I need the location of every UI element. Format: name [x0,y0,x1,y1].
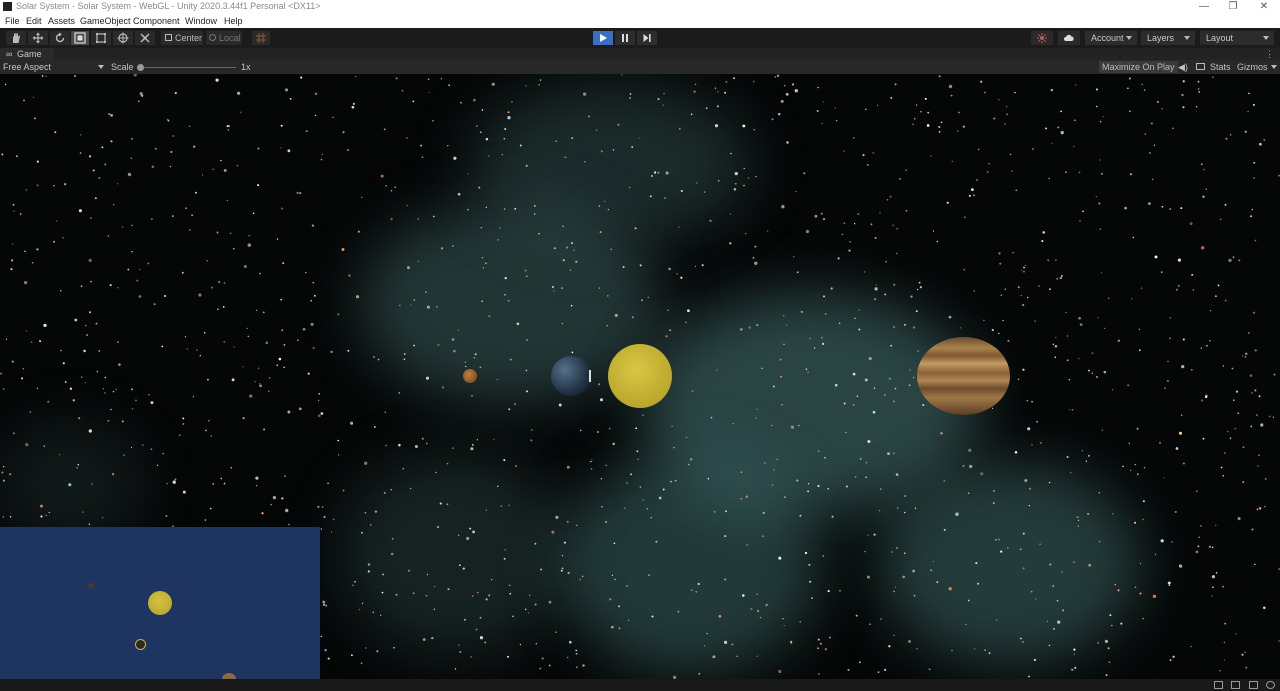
layers-label: Layers [1147,33,1175,43]
scale-value: 1x [241,62,251,72]
minimap-planet [88,583,94,588]
menu-help[interactable]: Help [224,16,243,26]
layout-dropdown[interactable]: Layout [1200,31,1274,45]
game-view[interactable] [0,74,1280,679]
cloud-icon[interactable] [1058,31,1080,45]
mute-audio-icon[interactable]: ◀) [1178,62,1188,73]
earth-orbit-marker [589,370,591,382]
restore-button[interactable]: ❐ [1221,0,1245,14]
debug-icon[interactable] [1231,681,1240,689]
unity-logo-icon [3,2,12,11]
aspect-dropdown[interactable]: Free Aspect [3,62,51,72]
chevron-down-icon [1126,36,1132,40]
minimap [0,527,320,679]
tab-game-label: Game [17,49,42,59]
chevron-down-icon [1263,36,1269,40]
menu-gameobject[interactable]: GameObject [80,16,131,26]
account-dropdown[interactable]: Account [1085,31,1137,45]
local-label: Local [219,33,241,43]
gizmos-button[interactable]: Gizmos [1237,62,1268,72]
hand-tool-icon[interactable] [6,31,26,45]
scale-tool-icon[interactable] [71,31,89,45]
title-bar: Solar System - Solar System - WebGL - Un… [0,0,1280,14]
window-title: Solar System - Solar System - WebGL - Un… [16,1,321,11]
more-options-icon[interactable]: ⋮ [1265,49,1274,60]
rotate-tool-icon[interactable] [50,31,70,45]
grid-snap-icon[interactable] [252,31,270,45]
dark-moon [530,373,539,382]
scale-label: Scale [111,62,134,72]
gamepad-icon: ∞ [6,49,13,59]
pivot-label: Center [175,33,203,43]
chevron-down-icon[interactable] [1271,65,1277,69]
jupiter-planet [917,337,1010,415]
stats-button[interactable]: Stats [1210,62,1231,72]
minimize-button[interactable]: — [1192,0,1216,14]
status-bar [0,679,1280,691]
collab-status-icon[interactable] [1249,681,1258,689]
transform-tool-icon[interactable] [113,31,133,45]
maximize-on-play-button[interactable]: Maximize On Play [1099,61,1178,73]
rect-tool-icon[interactable] [91,31,111,45]
pause-button[interactable] [615,31,635,45]
close-button[interactable]: ✕ [1252,0,1276,14]
progress-icon[interactable] [1214,681,1223,689]
custom-tool-icon[interactable] [135,31,155,45]
account-label: Account [1091,33,1124,43]
pivot-icon [165,34,172,41]
stats-icon [1196,63,1205,70]
local-globe-icon [209,34,216,41]
menu-bar: File Edit Assets GameObject Component Wi… [0,14,1280,28]
sun [608,344,672,408]
tab-game[interactable]: ∞ Game [0,48,54,60]
menu-assets[interactable]: Assets [48,16,75,26]
layout-label: Layout [1206,33,1234,43]
play-button[interactable] [593,31,613,45]
auto-generate-lighting-icon[interactable] [1266,681,1275,689]
tab-strip: ∞ Game ⋮ [0,48,1280,60]
step-button[interactable] [637,31,657,45]
scale-slider-track[interactable] [139,67,236,68]
pivot-center-button[interactable]: Center [161,31,203,45]
pivot-local-button[interactable]: Local [206,31,242,45]
game-toolbar: Free Aspect Scale 1x Maximize On Play ◀)… [0,60,1280,74]
layers-dropdown[interactable]: Layers [1141,31,1195,45]
move-tool-icon[interactable] [28,31,48,45]
minimap-earth [135,639,146,650]
chevron-down-icon[interactable] [98,65,104,69]
collab-icon[interactable] [1031,31,1053,45]
mercury-planet [463,369,477,383]
minimap-sun [148,591,172,615]
menu-file[interactable]: File [5,16,20,26]
menu-edit[interactable]: Edit [26,16,42,26]
scale-slider-knob[interactable] [137,64,144,71]
chevron-down-icon [1184,36,1190,40]
menu-component[interactable]: Component [133,16,180,26]
earth-planet [551,356,591,396]
main-toolbar: Center Local Account Layers Layout [0,28,1280,48]
menu-window[interactable]: Window [185,16,217,26]
